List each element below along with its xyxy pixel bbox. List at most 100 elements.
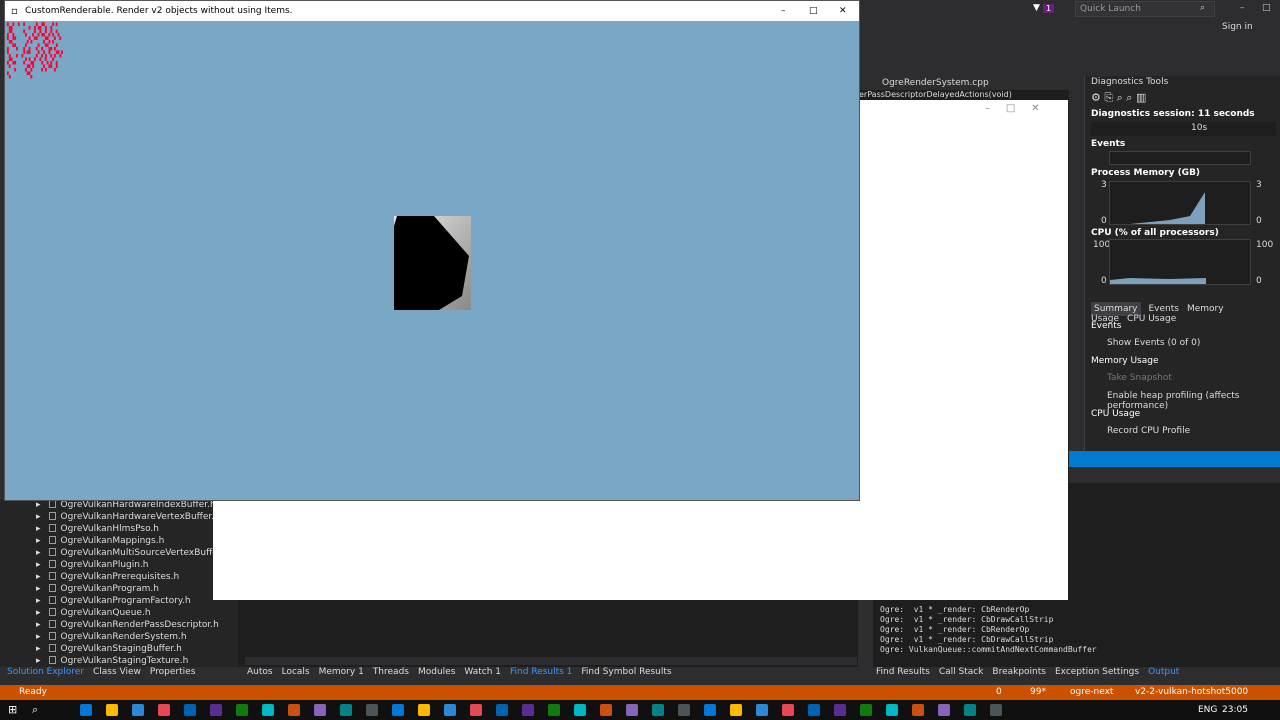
record-cpu-profile-button[interactable]: Record CPU Profile [1107, 426, 1280, 436]
solution-item[interactable]: ▸ OgreVulkanRenderSystem.h [36, 632, 187, 642]
minimize-icon[interactable]: – [781, 6, 786, 16]
taskbar-app-icon[interactable] [392, 704, 404, 716]
taskbar-app-icon[interactable] [184, 704, 196, 716]
search-icon[interactable]: ⌕ [1200, 3, 1205, 13]
taskbar-app-icon[interactable] [210, 704, 222, 716]
errors-count[interactable]: 0 [996, 687, 1002, 697]
timeline[interactable]: 10s [1091, 122, 1276, 136]
solution-item[interactable]: ▸ OgreVulkanHardwareIndexBuffer.h [36, 500, 216, 510]
taskbar-app-icon[interactable] [756, 704, 768, 716]
tool-tab[interactable]: Exception Settings [1055, 667, 1139, 677]
tool-tab[interactable]: Class View [93, 667, 141, 677]
right-tool-tabs[interactable]: Find Results Call Stack Breakpoints Excepti… [876, 667, 1189, 681]
taskbar-app-icon[interactable] [938, 704, 950, 716]
sign-in-link[interactable]: Sign in [1222, 22, 1253, 32]
render-window[interactable]: ▫ CustomRenderable. Render v2 objects wi… [4, 0, 860, 501]
branch-name[interactable]: v2-2-vulkan-hotshot5000 [1135, 687, 1248, 697]
taskbar-app-icon[interactable] [236, 704, 248, 716]
solution-item[interactable]: ▸ OgreVulkanHardwareVertexBuffer.h [36, 512, 220, 522]
taskbar-app-icon[interactable] [158, 704, 170, 716]
taskbar-app-icon[interactable] [444, 704, 456, 716]
taskbar-app-icon[interactable] [522, 704, 534, 716]
debug-tool-tabs[interactable]: Autos Locals Memory 1 Threads Modules Watch 1… [247, 667, 681, 681]
taskbar-app-icon[interactable] [730, 704, 742, 716]
blank-window-controls[interactable]: – □ ✕ [985, 103, 1040, 114]
taskbar-app-icon[interactable] [418, 704, 430, 716]
tab-events[interactable]: Events [1149, 304, 1179, 314]
tool-tab[interactable]: Threads [373, 667, 409, 677]
solution-item[interactable]: ▸ OgreVulkanStagingBuffer.h [36, 644, 182, 654]
taskbar-app-icon[interactable] [652, 704, 664, 716]
taskbar-app-icon[interactable] [912, 704, 924, 716]
tool-tab[interactable]: Find Results [876, 667, 930, 677]
taskbar-app-icon[interactable] [314, 704, 326, 716]
taskbar-app-icon[interactable] [366, 704, 378, 716]
taskbar-app-icon[interactable] [288, 704, 300, 716]
taskbar-app-icon[interactable] [808, 704, 820, 716]
status-bar: Ready 0 99* ogre-next v2-2-vulkan-hotsho… [0, 685, 1280, 700]
windows-icon[interactable]: ⊞ [8, 703, 17, 716]
taskbar-app-icon[interactable] [964, 704, 976, 716]
events-track [1109, 151, 1251, 165]
repo-name[interactable]: ogre-next [1070, 687, 1113, 697]
maximize-icon[interactable]: □ [1262, 3, 1271, 13]
taskbar-app-icon[interactable] [548, 704, 560, 716]
close-icon[interactable]: ✕ [839, 6, 847, 16]
tool-tab[interactable]: Output [1148, 667, 1179, 677]
tool-tab[interactable]: Find Results 1 [510, 667, 572, 677]
output-toolbar[interactable] [1069, 467, 1280, 483]
quick-launch-input[interactable]: Quick Launch [1075, 1, 1215, 17]
left-tool-tabs[interactable]: Solution Explorer Class View Properties [7, 667, 205, 681]
show-events-link[interactable]: Show Events (0 of 0) [1107, 338, 1280, 348]
taskbar-app-icon[interactable] [886, 704, 898, 716]
tool-tab[interactable]: Properties [150, 667, 195, 677]
tool-tab[interactable]: Watch 1 [464, 667, 501, 677]
rendered-cube [394, 216, 471, 310]
tool-tab[interactable]: Call Stack [939, 667, 984, 677]
solution-item[interactable]: ▸ OgreVulkanProgramFactory.h [36, 596, 191, 606]
notification-badge[interactable]: 1 [1043, 4, 1055, 13]
maximize-icon[interactable]: □ [809, 6, 818, 16]
taskbar-app-icon[interactable] [496, 704, 508, 716]
taskbar-app-icon[interactable] [340, 704, 352, 716]
taskbar-app-icon[interactable] [106, 704, 118, 716]
solution-item[interactable]: ▸ OgreVulkanQueue.h [36, 608, 151, 618]
taskbar-app-icon[interactable] [262, 704, 274, 716]
solution-item[interactable]: ▸ OgreVulkanPlugin.h [36, 560, 149, 570]
solution-item[interactable]: ▸ OgreVulkanRenderPassDescriptor.h [36, 620, 219, 630]
taskbar-app-icon[interactable] [860, 704, 872, 716]
tool-tab[interactable]: Breakpoints [992, 667, 1046, 677]
horizontal-scrollbar[interactable] [245, 657, 857, 665]
taskbar-app-icon[interactable] [470, 704, 482, 716]
taskbar-app-icon[interactable] [834, 704, 846, 716]
take-snapshot-button[interactable]: Take Snapshot [1107, 373, 1280, 383]
solution-item[interactable]: ▸ OgreVulkanMappings.h [36, 536, 164, 546]
search-icon[interactable]: ⌕ [32, 703, 38, 717]
render-window-title-bar: ▫ CustomRenderable. Render v2 objects wi… [5, 1, 859, 21]
solution-item[interactable]: ▸ OgreVulkanPrerequisites.h [36, 572, 179, 582]
tool-tab[interactable]: Find Symbol Results [581, 667, 671, 677]
taskbar-app-icon[interactable] [132, 704, 144, 716]
diag-toolbar[interactable]: ⚙ ⎘ ⌕ ⌕ ▥ [1091, 91, 1276, 105]
tool-tab[interactable]: Memory 1 [319, 667, 364, 677]
tool-tab[interactable]: Locals [282, 667, 310, 677]
pending-changes[interactable]: 99* [1030, 687, 1046, 697]
taskbar-app-icon[interactable] [600, 704, 612, 716]
tool-tab[interactable]: Solution Explorer [7, 667, 84, 677]
taskbar-app-icon[interactable] [990, 704, 1002, 716]
filter-icon[interactable]: ▼ [1033, 3, 1040, 13]
taskbar-app-icon[interactable] [678, 704, 690, 716]
taskbar-app-icon[interactable] [704, 704, 716, 716]
solution-item[interactable]: ▸ OgreVulkanStagingTexture.h [36, 656, 188, 666]
taskbar-app-icon[interactable] [782, 704, 794, 716]
taskbar-app-icon[interactable] [574, 704, 586, 716]
taskbar-app-icon[interactable] [626, 704, 638, 716]
taskbar-app-icon[interactable] [80, 704, 92, 716]
heap-profiling-toggle[interactable]: Enable heap profiling (affects performan… [1107, 391, 1280, 411]
tab-ogrerendersystem[interactable]: OgreRenderSystem.cpp [882, 78, 989, 88]
solution-item[interactable]: ▸ OgreVulkanProgram.h [36, 584, 159, 594]
tool-tab[interactable]: Modules [418, 667, 455, 677]
tool-tab[interactable]: Autos [247, 667, 273, 677]
solution-item[interactable]: ▸ OgreVulkanHlmsPso.h [36, 524, 159, 534]
minimize-icon[interactable]: – [1240, 3, 1245, 13]
